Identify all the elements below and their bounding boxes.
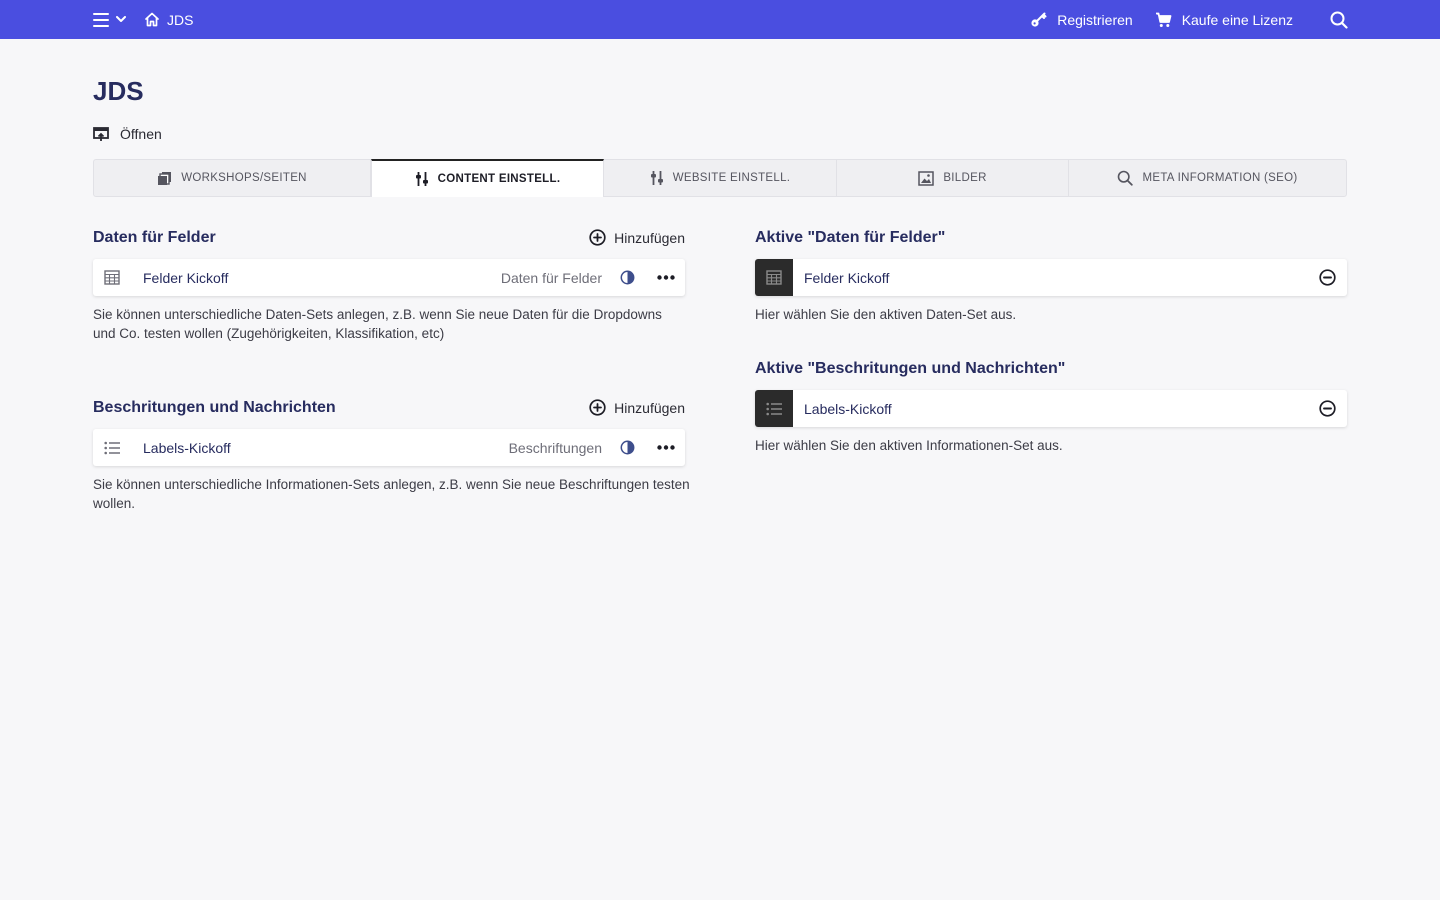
- sliders-icon: [650, 171, 663, 185]
- tab-workshops-pages[interactable]: WORKSHOPS/SEITEN: [94, 160, 371, 196]
- open-link[interactable]: Öffnen: [93, 126, 162, 142]
- page-title: JDS: [93, 76, 144, 106]
- item-icon-cell: [755, 390, 793, 427]
- item-icon-cell: [93, 429, 131, 466]
- table-icon: [766, 270, 782, 285]
- tab-bar: WORKSHOPS/SEITEN CONTENT EINSTELL. WEBSI…: [93, 159, 1347, 197]
- tab-images[interactable]: BILDER: [837, 160, 1069, 196]
- remove-active-button[interactable]: [1319, 269, 1336, 286]
- tab-label: BILDER: [943, 172, 987, 184]
- hamburger-icon: [93, 12, 109, 27]
- data-fields-title: Daten für Felder: [93, 229, 216, 246]
- buy-license-button[interactable]: Kaufe eine Lizenz: [1155, 12, 1293, 28]
- pages-icon: [158, 171, 172, 185]
- top-navbar: JDS Registrieren Kaufe eine Lizenz: [0, 0, 1440, 39]
- add-label: Hinzufügen: [614, 229, 685, 246]
- contrast-icon: [620, 270, 635, 285]
- add-data-set-button[interactable]: Hinzufügen: [589, 229, 685, 246]
- labels-title: Beschritungen und Nachrichten: [93, 399, 336, 416]
- open-label: Öffnen: [120, 126, 162, 142]
- key-icon: [1031, 12, 1047, 27]
- register-button[interactable]: Registrieren: [1030, 11, 1133, 28]
- add-label: Hinzufügen: [614, 399, 685, 416]
- data-set-name: Felder Kickoff: [143, 269, 229, 286]
- sliders-icon: [415, 172, 428, 186]
- tab-label: META INFORMATION (SEO): [1142, 172, 1298, 184]
- active-labels-help: Hier wählen Sie den aktiven Informatione…: [755, 438, 1063, 453]
- data-fields-help: Sie können unterschiedliche Daten-Sets a…: [93, 307, 662, 341]
- plus-circle-icon: [589, 399, 606, 416]
- more-options-button[interactable]: [657, 445, 675, 450]
- ellipsis-icon: [657, 275, 675, 280]
- more-options-button[interactable]: [657, 275, 675, 280]
- label-set-name: Labels-Kickoff: [143, 439, 231, 456]
- list-icon: [103, 441, 120, 454]
- home-label: JDS: [167, 11, 194, 28]
- active-label-set[interactable]: Labels-Kickoff: [755, 390, 1347, 427]
- tab-label: CONTENT EINSTELL.: [437, 173, 561, 185]
- search-icon: [1330, 11, 1348, 29]
- ellipsis-icon: [657, 445, 675, 450]
- label-set-item[interactable]: Labels-Kickoff Beschriftungen: [93, 429, 685, 466]
- activate-toggle[interactable]: [620, 440, 635, 455]
- item-icon-cell: [755, 259, 793, 296]
- cart-icon: [1155, 12, 1172, 27]
- contrast-icon: [620, 440, 635, 455]
- labels-help: Sie können unterschiedliche Informatione…: [93, 477, 690, 511]
- active-data-set-name: Felder Kickoff: [804, 269, 890, 286]
- minus-circle-icon: [1319, 400, 1336, 417]
- home-link[interactable]: JDS: [144, 12, 193, 28]
- label-set-type: Beschriftungen: [508, 439, 602, 456]
- tab-website-settings[interactable]: WEBSITE EINSTELL.: [604, 160, 837, 196]
- tab-label: WORKSHOPS/SEITEN: [181, 172, 307, 184]
- active-labels-title: Aktive "Beschritungen und Nachrichten": [755, 360, 1066, 377]
- active-data-title: Aktive "Daten für Felder": [755, 229, 946, 246]
- search-button[interactable]: [1330, 11, 1348, 29]
- register-label: Registrieren: [1057, 11, 1133, 28]
- tab-label: WEBSITE EINSTELL.: [672, 172, 791, 184]
- list-icon: [765, 402, 782, 415]
- minus-circle-icon: [1319, 269, 1336, 286]
- buy-license-label: Kaufe eine Lizenz: [1181, 11, 1293, 28]
- active-data-help: Hier wählen Sie den aktiven Daten-Set au…: [755, 307, 1017, 322]
- data-set-item[interactable]: Felder Kickoff Daten für Felder: [93, 259, 685, 296]
- remove-active-button[interactable]: [1319, 400, 1336, 417]
- activate-toggle[interactable]: [620, 270, 635, 285]
- data-set-type: Daten für Felder: [500, 269, 602, 286]
- image-icon: [918, 170, 935, 186]
- menu-button[interactable]: [93, 12, 126, 27]
- home-icon: [145, 12, 159, 27]
- active-label-set-name: Labels-Kickoff: [804, 400, 892, 417]
- chevron-down-icon: [116, 16, 126, 22]
- tab-content-settings[interactable]: CONTENT EINSTELL.: [371, 159, 604, 197]
- table-icon: [104, 270, 120, 285]
- item-icon-cell: [93, 259, 131, 296]
- open-window-icon: [93, 126, 109, 141]
- add-label-set-button[interactable]: Hinzufügen: [589, 399, 685, 416]
- tab-meta-information[interactable]: META INFORMATION (SEO): [1069, 160, 1346, 196]
- active-data-set[interactable]: Felder Kickoff: [755, 259, 1347, 296]
- search-icon: [1118, 170, 1134, 186]
- plus-circle-icon: [589, 229, 606, 246]
